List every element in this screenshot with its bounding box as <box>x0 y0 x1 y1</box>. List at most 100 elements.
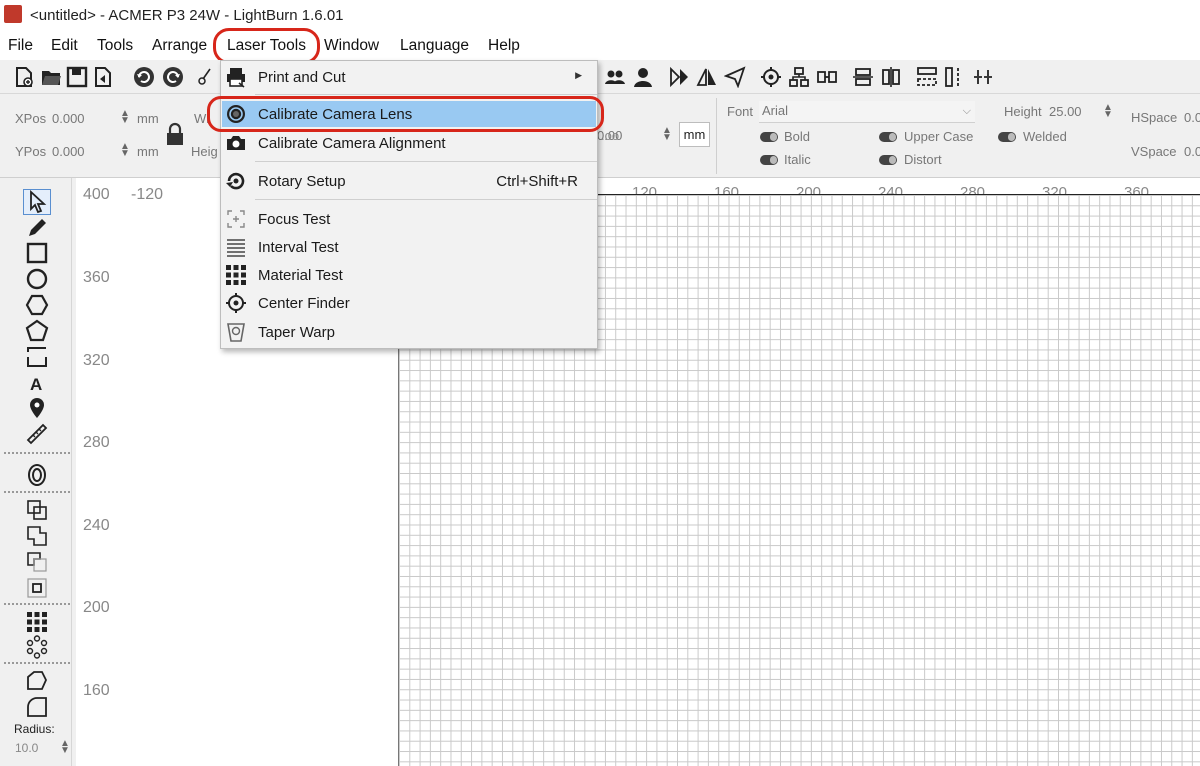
grid-array-icon[interactable] <box>25 610 49 634</box>
camera-icon <box>227 136 245 150</box>
menu-focus-test[interactable]: Focus Test <box>222 206 596 232</box>
rectangle-icon[interactable] <box>25 241 49 265</box>
interval-lines-icon <box>227 239 245 257</box>
redo-icon[interactable] <box>162 66 184 88</box>
tools-separator <box>4 603 70 605</box>
hspace-value[interactable]: 0.0 <box>1184 110 1200 125</box>
menu-window[interactable]: Window <box>324 37 379 55</box>
distribute-horizontal-icon[interactable] <box>816 66 838 88</box>
upper-case-label: Upper Case <box>904 129 974 144</box>
ypos-unit: mm <box>137 144 159 159</box>
menu-interval-test[interactable]: Interval Test <box>222 234 596 260</box>
menu-edit[interactable]: Edit <box>51 37 78 55</box>
ruler-tick: 360 <box>83 269 110 286</box>
align-rows-icon[interactable] <box>852 66 874 88</box>
menu-print-and-cut[interactable]: Print and Cut ▶ <box>222 64 596 90</box>
boolean-intersect-icon[interactable] <box>25 576 49 600</box>
lock-icon[interactable] <box>165 122 185 146</box>
font-select[interactable]: Arial ⌵ <box>759 101 975 123</box>
menu-tools[interactable]: Tools <box>97 37 133 55</box>
rounded-corner-icon[interactable] <box>25 695 49 719</box>
menu-language[interactable]: Language <box>400 37 469 55</box>
menu-arrange[interactable]: Arrange <box>152 37 207 55</box>
distribute-spacing-icon[interactable] <box>972 66 994 88</box>
import-icon[interactable] <box>92 66 114 88</box>
frame-icon[interactable] <box>25 345 49 369</box>
select-arrow-icon[interactable] <box>25 190 49 214</box>
menu-material-test[interactable]: Material Test <box>222 262 596 288</box>
ypos-value[interactable]: 0.000 <box>52 144 85 159</box>
mirror-icon[interactable] <box>696 66 718 88</box>
font-label: Font <box>727 104 754 119</box>
bold-toggle[interactable] <box>760 132 778 142</box>
menu-taper-warp[interactable]: Taper Warp <box>222 319 596 345</box>
offset-icon[interactable] <box>25 463 49 487</box>
dock-side-icon[interactable] <box>944 66 966 88</box>
xpos-spinner[interactable]: ▲ ▼ <box>120 109 130 126</box>
center-target-icon[interactable] <box>760 66 782 88</box>
hidden-decimal: .oo <box>601 128 620 143</box>
text-height-spinner[interactable]: ▲ ▼ <box>1103 103 1113 120</box>
text-height-value[interactable]: 25.00 <box>1049 104 1082 119</box>
welded-toggle[interactable] <box>998 132 1016 142</box>
undo-icon[interactable] <box>133 66 155 88</box>
new-file-icon[interactable] <box>13 66 35 88</box>
menu-file[interactable]: File <box>8 37 33 55</box>
corner-edit-icon[interactable] <box>25 669 49 693</box>
menu-item-label: Material Test <box>258 267 343 284</box>
menu-help[interactable]: Help <box>488 37 520 55</box>
ypos-label: YPos <box>15 144 47 159</box>
menu-calibrate-camera-alignment[interactable]: Calibrate Camera Alignment <box>222 130 596 156</box>
xpos-value[interactable]: 0.000 <box>52 111 85 126</box>
ruler-tick: -120 <box>131 186 164 203</box>
ellipse-icon[interactable] <box>25 267 49 291</box>
text-tool-icon[interactable]: A <box>25 371 49 395</box>
position-pin-icon[interactable] <box>25 396 49 420</box>
measure-ruler-icon[interactable] <box>25 422 49 446</box>
tools-separator <box>4 491 70 493</box>
rotary-icon <box>226 172 245 190</box>
circular-array-icon[interactable] <box>25 635 49 659</box>
radius-spinner[interactable]: ▲ ▼ <box>60 739 70 756</box>
menu-separator <box>255 94 597 95</box>
polygon-icon[interactable] <box>25 293 49 317</box>
save-icon[interactable] <box>66 66 88 88</box>
pencil-icon[interactable] <box>25 216 49 240</box>
window-title: <untitled> - ACMER P3 24W - LightBurn 1.… <box>30 7 344 24</box>
align-tree-icon[interactable] <box>788 66 810 88</box>
radius-value[interactable]: 10.0 <box>15 741 38 755</box>
group-users-icon[interactable] <box>604 66 626 88</box>
open-folder-icon[interactable] <box>40 66 62 88</box>
laser-tools-annotation-ring <box>213 28 320 64</box>
unit-box[interactable]: mm <box>679 122 710 147</box>
distort-toggle[interactable] <box>879 155 897 165</box>
user-icon[interactable] <box>632 66 654 88</box>
menu-center-finder[interactable]: Center Finder <box>222 290 596 316</box>
boolean-union-icon[interactable] <box>25 524 49 548</box>
menu-rotary-setup[interactable]: Rotary Setup Ctrl+Shift+R <box>222 168 596 194</box>
menu-item-label: Focus Test <box>258 211 331 228</box>
pentagon-icon[interactable] <box>25 319 49 343</box>
align-columns-icon[interactable] <box>880 66 902 88</box>
dock-top-icon[interactable] <box>916 66 938 88</box>
flip-horizontal-icon[interactable] <box>668 66 690 88</box>
ruler-tick: 160 <box>83 682 110 699</box>
vspace-label: VSpace <box>1131 144 1177 159</box>
xpos-label: XPos <box>15 111 47 126</box>
cut-icon[interactable] <box>198 66 212 88</box>
chevron-down-icon: ⌵ <box>962 105 971 117</box>
weld-icon[interactable] <box>25 498 49 522</box>
menu-item-label: Taper Warp <box>258 324 335 341</box>
horizontal-ruler: 120 160 200 240 280 320 360 <box>598 178 1200 201</box>
upper-case-toggle[interactable] <box>879 132 897 142</box>
ypos-spinner[interactable]: ▲ ▼ <box>120 142 130 159</box>
value-spinner[interactable]: ▲ ▼ <box>662 126 672 143</box>
boolean-subtract-icon[interactable] <box>25 550 49 574</box>
vspace-value[interactable]: 0.0 <box>1184 144 1200 159</box>
left-tool-panel: A Radius: 10.0 ▲ ▼ <box>0 178 76 766</box>
calibrate-lens-annotation-ring <box>207 96 604 132</box>
italic-toggle[interactable] <box>760 155 778 165</box>
tools-separator <box>4 662 70 664</box>
printer-icon <box>227 68 245 88</box>
send-icon[interactable] <box>724 66 746 88</box>
